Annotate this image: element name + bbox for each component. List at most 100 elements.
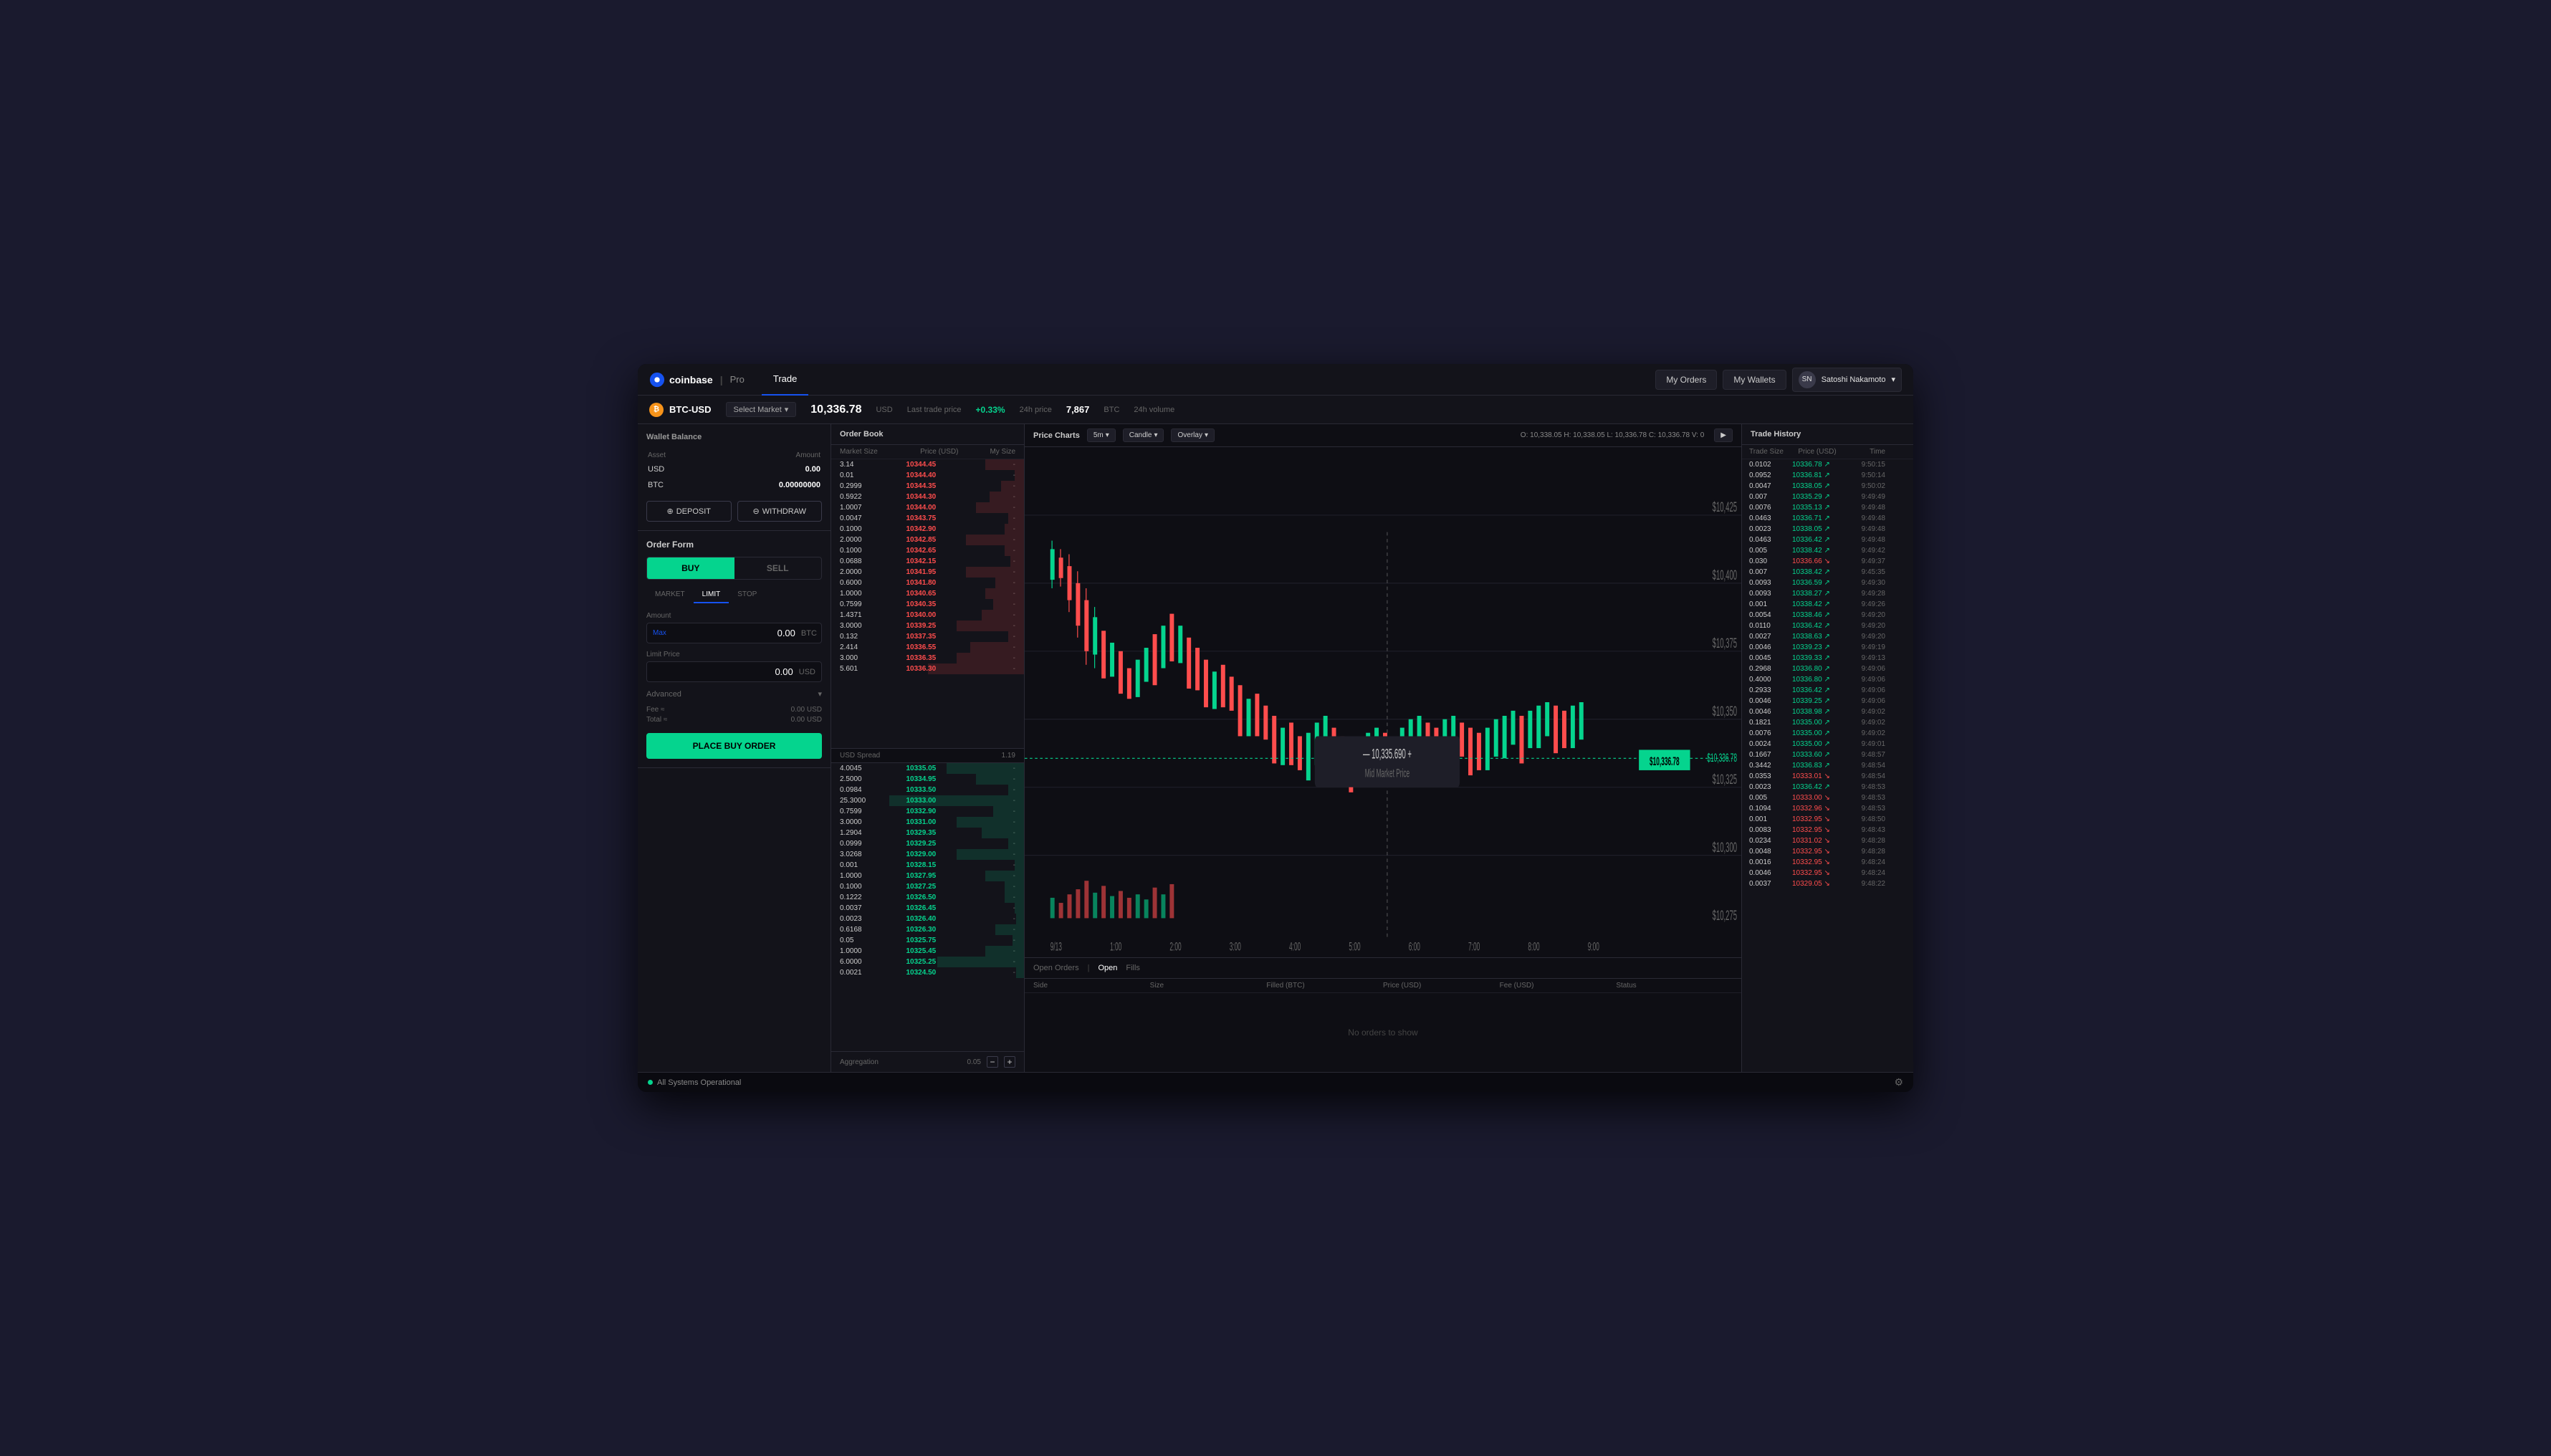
trade-history-row[interactable]: 0.0110 10336.42 ↗ 9:49:20 xyxy=(1742,621,1913,631)
order-book-ask-row[interactable]: 5.601 10336.30 - xyxy=(831,664,1024,674)
trade-history-row[interactable]: 0.2933 10336.42 ↗ 9:49:06 xyxy=(1742,685,1913,696)
order-book-bid-row[interactable]: 1.0000 10327.95 - xyxy=(831,871,1024,881)
user-menu[interactable]: SN Satoshi Nakamoto ▾ xyxy=(1792,368,1902,392)
order-book-ask-row[interactable]: 1.0007 10344.00 - xyxy=(831,502,1024,513)
order-book-bid-row[interactable]: 0.0037 10326.45 - xyxy=(831,903,1024,914)
amount-input[interactable] xyxy=(666,623,798,643)
trade-history-row[interactable]: 0.0102 10336.78 ↗ 9:50:15 xyxy=(1742,459,1913,470)
order-book-bid-row[interactable]: 0.1000 10327.25 - xyxy=(831,881,1024,892)
trade-history-row[interactable]: 0.007 10335.29 ↗ 9:49:49 xyxy=(1742,492,1913,502)
trade-history-row[interactable]: 0.3442 10336.83 ↗ 9:48:54 xyxy=(1742,760,1913,771)
order-book-ask-row[interactable]: 0.0047 10343.75 - xyxy=(831,513,1024,524)
market-tab[interactable]: MARKET xyxy=(646,587,694,603)
order-book-ask-row[interactable]: 2.0000 10341.95 - xyxy=(831,567,1024,578)
order-book-ask-row[interactable]: 1.0000 10340.65 - xyxy=(831,588,1024,599)
trade-history-row[interactable]: 0.0046 10332.95 ↘ 9:48:24 xyxy=(1742,868,1913,878)
order-book-bid-row[interactable]: 3.0268 10329.00 - xyxy=(831,849,1024,860)
order-book-bid-row[interactable]: 0.001 10328.15 - xyxy=(831,860,1024,871)
tab-open[interactable]: Open xyxy=(1098,964,1117,972)
order-book-bid-row[interactable]: 0.1222 10326.50 - xyxy=(831,892,1024,903)
trade-history-row[interactable]: 0.0463 10336.71 ↗ 9:49:48 xyxy=(1742,513,1913,524)
order-book-bid-row[interactable]: 6.0000 10325.25 - xyxy=(831,957,1024,967)
trade-history-row[interactable]: 0.0083 10332.95 ↘ 9:48:43 xyxy=(1742,825,1913,835)
order-book-ask-row[interactable]: 2.0000 10342.85 - xyxy=(831,535,1024,545)
trade-history-row[interactable]: 0.0024 10335.00 ↗ 9:49:01 xyxy=(1742,739,1913,749)
limit-price-input[interactable] xyxy=(653,662,796,681)
select-market-button[interactable]: Select Market ▾ xyxy=(726,402,797,417)
trade-history-row[interactable]: 0.007 10338.42 ↗ 9:45:35 xyxy=(1742,567,1913,578)
trade-history-row[interactable]: 0.0054 10338.46 ↗ 9:49:20 xyxy=(1742,610,1913,621)
max-button[interactable]: Max xyxy=(653,629,666,637)
order-book-ask-row[interactable]: 3.000 10336.35 - xyxy=(831,653,1024,664)
trade-history-row[interactable]: 0.0016 10332.95 ↘ 9:48:24 xyxy=(1742,857,1913,868)
chart-expand-button[interactable]: ▶ xyxy=(1714,428,1733,442)
trade-history-row[interactable]: 0.001 10332.95 ↘ 9:48:50 xyxy=(1742,814,1913,825)
trade-history-row[interactable]: 0.001 10338.42 ↗ 9:49:26 xyxy=(1742,599,1913,610)
trade-history-row[interactable]: 0.1667 10333.60 ↗ 9:48:57 xyxy=(1742,749,1913,760)
order-book-bid-row[interactable]: 0.0984 10333.50 - xyxy=(831,785,1024,795)
agg-increase-button[interactable]: + xyxy=(1004,1056,1015,1068)
order-book-ask-row[interactable]: 0.1000 10342.90 - xyxy=(831,524,1024,535)
buy-tab[interactable]: BUY xyxy=(647,557,734,579)
tab-trade[interactable]: Trade xyxy=(762,364,808,396)
place-order-button[interactable]: PLACE BUY ORDER xyxy=(646,733,822,759)
order-book-ask-row[interactable]: 0.6000 10341.80 - xyxy=(831,578,1024,588)
order-book-ask-row[interactable]: 0.2999 10344.35 - xyxy=(831,481,1024,492)
trade-history-row[interactable]: 0.0076 10335.13 ↗ 9:49:48 xyxy=(1742,502,1913,513)
settings-icon[interactable]: ⚙ xyxy=(1894,1076,1903,1088)
trade-history-row[interactable]: 0.0463 10336.42 ↗ 9:49:48 xyxy=(1742,535,1913,545)
tab-fills[interactable]: Fills xyxy=(1126,964,1140,972)
trade-history-row[interactable]: 0.030 10336.66 ↘ 9:49:37 xyxy=(1742,556,1913,567)
trade-history-row[interactable]: 0.0093 10338.27 ↗ 9:49:28 xyxy=(1742,588,1913,599)
trade-history-row[interactable]: 0.4000 10336.80 ↗ 9:49:06 xyxy=(1742,674,1913,685)
order-book-ask-row[interactable]: 0.7599 10340.35 - xyxy=(831,599,1024,610)
order-book-bid-row[interactable]: 2.5000 10334.95 - xyxy=(831,774,1024,785)
trade-history-row[interactable]: 0.005 10338.42 ↗ 9:49:42 xyxy=(1742,545,1913,556)
order-book-bid-row[interactable]: 0.05 10325.75 - xyxy=(831,935,1024,946)
trade-history-row[interactable]: 0.0023 10338.05 ↗ 9:49:48 xyxy=(1742,524,1913,535)
order-book-ask-row[interactable]: 0.132 10337.35 - xyxy=(831,631,1024,642)
my-orders-button[interactable]: My Orders xyxy=(1655,370,1717,390)
trade-history-row[interactable]: 0.1094 10332.96 ↘ 9:48:53 xyxy=(1742,803,1913,814)
trade-history-row[interactable]: 0.0027 10338.63 ↗ 9:49:20 xyxy=(1742,631,1913,642)
trade-history-row[interactable]: 0.0952 10336.81 ↗ 9:50:14 xyxy=(1742,470,1913,481)
order-book-bid-row[interactable]: 1.0000 10325.45 - xyxy=(831,946,1024,957)
order-book-bid-row[interactable]: 0.0999 10329.25 - xyxy=(831,838,1024,849)
trade-history-row[interactable]: 0.0046 10339.23 ↗ 9:49:19 xyxy=(1742,642,1913,653)
order-book-bid-row[interactable]: 3.0000 10331.00 - xyxy=(831,817,1024,828)
trade-history-row[interactable]: 0.0047 10338.05 ↗ 9:50:02 xyxy=(1742,481,1913,492)
order-book-bid-row[interactable]: 1.2904 10329.35 - xyxy=(831,828,1024,838)
my-wallets-button[interactable]: My Wallets xyxy=(1723,370,1786,390)
agg-decrease-button[interactable]: − xyxy=(987,1056,998,1068)
trade-history-row[interactable]: 0.0023 10336.42 ↗ 9:48:53 xyxy=(1742,782,1913,792)
order-book-bid-row[interactable]: 25.3000 10333.00 - xyxy=(831,795,1024,806)
order-book-ask-row[interactable]: 1.4371 10340.00 - xyxy=(831,610,1024,621)
order-book-ask-row[interactable]: 3.14 10344.45 - xyxy=(831,459,1024,470)
limit-tab[interactable]: LIMIT xyxy=(694,587,729,603)
order-book-bid-row[interactable]: 0.0023 10326.40 - xyxy=(831,914,1024,924)
order-book-ask-row[interactable]: 0.1000 10342.65 - xyxy=(831,545,1024,556)
trade-history-row[interactable]: 0.0093 10336.59 ↗ 9:49:30 xyxy=(1742,578,1913,588)
trade-history-row[interactable]: 0.0046 10338.98 ↗ 9:49:02 xyxy=(1742,707,1913,717)
order-book-bid-row[interactable]: 0.7599 10332.90 - xyxy=(831,806,1024,817)
order-book-ask-row[interactable]: 3.0000 10339.25 - xyxy=(831,621,1024,631)
trade-history-row[interactable]: 0.2968 10336.80 ↗ 9:49:06 xyxy=(1742,664,1913,674)
trade-history-row[interactable]: 0.0353 10333.01 ↘ 9:48:54 xyxy=(1742,771,1913,782)
trade-history-row[interactable]: 0.0045 10339.33 ↗ 9:49:13 xyxy=(1742,653,1913,664)
withdraw-button[interactable]: ⊖ WITHDRAW xyxy=(737,501,823,522)
order-book-ask-row[interactable]: 2.414 10336.55 - xyxy=(831,642,1024,653)
trade-history-row[interactable]: 0.1821 10335.00 ↗ 9:49:02 xyxy=(1742,717,1913,728)
overlay-button[interactable]: Overlay ▾ xyxy=(1171,428,1214,442)
trade-history-row[interactable]: 0.0037 10329.05 ↘ 9:48:22 xyxy=(1742,878,1913,889)
order-book-bid-row[interactable]: 0.6168 10326.30 - xyxy=(831,924,1024,935)
stop-tab[interactable]: STOP xyxy=(729,587,765,603)
trade-history-row[interactable]: 0.0234 10331.02 ↘ 9:48:28 xyxy=(1742,835,1913,846)
trade-history-row[interactable]: 0.0048 10332.95 ↘ 9:48:28 xyxy=(1742,846,1913,857)
order-book-ask-row[interactable]: 0.5922 10344.30 - xyxy=(831,492,1024,502)
trade-history-row[interactable]: 0.0076 10335.00 ↗ 9:49:02 xyxy=(1742,728,1913,739)
trade-history-row[interactable]: 0.0046 10339.25 ↗ 9:49:06 xyxy=(1742,696,1913,707)
chart-type-button[interactable]: Candle ▾ xyxy=(1123,428,1164,442)
order-book-bid-row[interactable]: 0.0021 10324.50 - xyxy=(831,967,1024,978)
order-book-ask-row[interactable]: 0.01 10344.40 - xyxy=(831,470,1024,481)
order-book-ask-row[interactable]: 0.0688 10342.15 - xyxy=(831,556,1024,567)
